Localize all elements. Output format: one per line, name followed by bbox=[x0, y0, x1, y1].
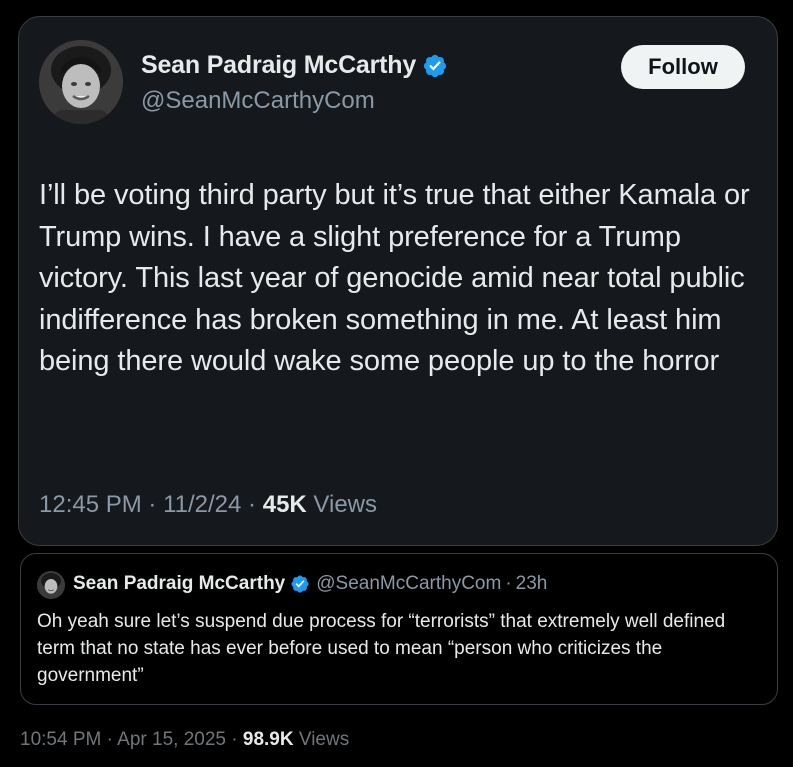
tweet-text: I’ll be voting third party but it’s true… bbox=[39, 179, 750, 377]
author-handle[interactable]: @SeanMcCarthyCom bbox=[141, 87, 375, 115]
meta-separator: · bbox=[106, 729, 113, 750]
tweet-meta: 12:45 PM · 11/2/24 · 45K Views bbox=[39, 491, 377, 519]
avatar-photo bbox=[39, 40, 123, 124]
post-views-label: Views bbox=[298, 729, 350, 750]
post-meta: 10:54 PM · Apr 15, 2025 · 98.9K Views bbox=[20, 729, 349, 751]
post-views-count: 98.9K bbox=[242, 729, 294, 750]
meta-separator: · bbox=[505, 573, 512, 594]
author-name-row: Sean Padraig McCarthy bbox=[141, 51, 448, 80]
quoted-tweet-text: Oh yeah sure let’s suspend due process f… bbox=[37, 611, 726, 686]
quoted-handle[interactable]: @SeanMcCarthyCom bbox=[316, 573, 501, 595]
verified-badge-icon bbox=[422, 53, 448, 79]
views-label: Views bbox=[313, 491, 378, 518]
quoted-avatar-photo bbox=[37, 571, 65, 599]
author-display-name[interactable]: Sean Padraig McCarthy bbox=[141, 51, 416, 80]
meta-separator: · bbox=[248, 491, 257, 518]
tweet-time[interactable]: 12:45 PM bbox=[39, 491, 142, 518]
embedded-tweet-card[interactable]: Sean Padraig McCarthy @SeanMcCarthyCom F… bbox=[18, 16, 778, 546]
quoted-tweet-card[interactable]: Sean Padraig McCarthy @SeanMcCarthyCom ·… bbox=[20, 553, 778, 705]
quoted-display-name[interactable]: Sean Padraig McCarthy bbox=[73, 573, 285, 595]
meta-separator: · bbox=[231, 729, 238, 750]
post-date[interactable]: Apr 15, 2025 bbox=[117, 729, 226, 750]
follow-button[interactable]: Follow bbox=[621, 45, 745, 89]
quoted-avatar[interactable] bbox=[37, 571, 65, 599]
quoted-header: Sean Padraig McCarthy @SeanMcCarthyCom ·… bbox=[73, 573, 547, 595]
meta-separator: · bbox=[148, 491, 157, 518]
quoted-age[interactable]: 23h bbox=[516, 573, 548, 595]
views-count: 45K bbox=[262, 491, 307, 518]
tweet-date[interactable]: 11/2/24 bbox=[163, 491, 241, 518]
post-time[interactable]: 10:54 PM bbox=[20, 729, 101, 750]
avatar[interactable] bbox=[39, 40, 123, 124]
verified-badge-icon bbox=[290, 574, 310, 594]
